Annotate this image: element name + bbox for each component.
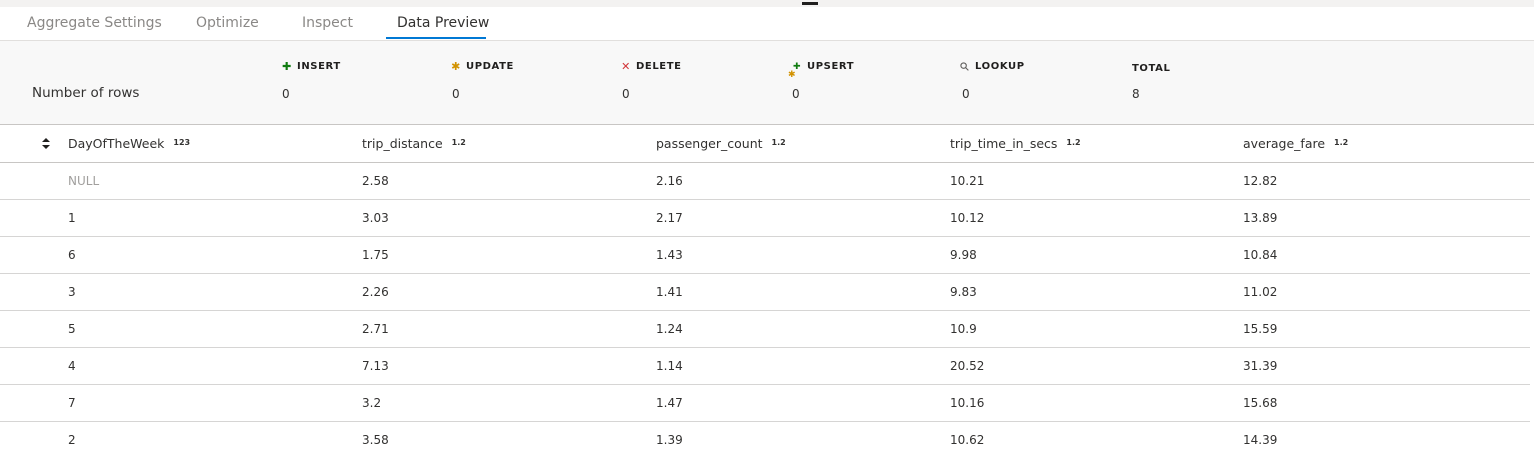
table-cell: 7 — [68, 396, 76, 410]
table-cell: 4 — [68, 359, 76, 373]
table-cell: 7.13 — [362, 359, 389, 373]
update-count: 0 — [452, 87, 460, 101]
lookup-header: LOOKUP — [960, 61, 1025, 72]
delete-header: ✕ DELETE — [621, 59, 682, 73]
table-header: DayOfTheWeek 123 trip_distance 1.2 passeng… — [0, 125, 1534, 163]
table-cell: 13.89 — [1243, 211, 1278, 225]
upsert-header: ✱ ✚ UPSERT — [788, 61, 855, 80]
table-cell: 1.75 — [362, 248, 389, 262]
table-cell: 9.98 — [950, 248, 977, 262]
table-row: 2 3.58 1.39 10.62 14.39 — [0, 422, 1530, 458]
lookup-count: 0 — [962, 87, 970, 101]
table-cell: 5 — [68, 322, 76, 336]
table-cell: 2.71 — [362, 322, 389, 336]
table-cell: 2.16 — [656, 174, 683, 188]
table-cell: 1.41 — [656, 285, 683, 299]
table-cell: 12.82 — [1243, 174, 1278, 188]
table-row: 1 3.03 2.17 10.12 13.89 — [0, 200, 1530, 237]
plus-icon: ✚ — [282, 59, 292, 73]
column-header-trip-time-in-secs[interactable]: trip_time_in_secs 1.2 — [950, 125, 1081, 162]
decimal-type-icon: 1.2 — [771, 138, 786, 147]
top-strip — [0, 0, 1534, 7]
table-cell: 2.58 — [362, 174, 389, 188]
decimal-type-icon: 1.2 — [1066, 138, 1081, 147]
table-row: 6 1.75 1.43 9.98 10.84 — [0, 237, 1530, 274]
table-cell: 1.14 — [656, 359, 683, 373]
update-header: ✱ UPDATE — [451, 59, 514, 73]
insert-header: ✚ INSERT — [282, 59, 341, 73]
data-preview-table: DayOfTheWeek 123 trip_distance 1.2 passeng… — [0, 125, 1534, 458]
table-cell: 3.2 — [362, 396, 382, 410]
total-count: 8 — [1132, 87, 1140, 101]
table-cell: 2 — [68, 433, 76, 447]
table-cell: 1.43 — [656, 248, 683, 262]
sort-icon[interactable] — [42, 125, 50, 162]
column-header-passenger-count[interactable]: passenger_count 1.2 — [656, 125, 786, 162]
lookup-label: LOOKUP — [975, 61, 1025, 72]
column-header-trip-distance[interactable]: trip_distance 1.2 — [362, 125, 466, 162]
delete-count: 0 — [622, 87, 630, 101]
tab-data-preview[interactable]: Data Preview — [397, 7, 489, 40]
table-cell: 20.52 — [950, 359, 985, 373]
table-cell: 10.21 — [950, 174, 985, 188]
total-label: TOTAL — [1132, 63, 1171, 74]
table-cell: 1.39 — [656, 433, 683, 447]
table-cell: 1 — [68, 211, 76, 225]
table-cell: 10.16 — [950, 396, 985, 410]
table-row: 7 3.2 1.47 10.16 15.68 — [0, 385, 1530, 422]
table-cell: 14.39 — [1243, 433, 1278, 447]
table-cell: 11.02 — [1243, 285, 1278, 299]
column-name: average_fare — [1243, 136, 1326, 151]
table-cell: 10.9 — [950, 322, 977, 336]
table-cell: 10.12 — [950, 211, 985, 225]
tab-aggregate-settings[interactable]: Aggregate Settings — [27, 7, 162, 40]
table-row: NULL 2.58 2.16 10.21 12.82 — [0, 163, 1530, 200]
total-header: TOTAL — [1132, 63, 1170, 74]
table-cell: 2.26 — [362, 285, 389, 299]
table-cell: 6 — [68, 248, 76, 262]
upsert-label: UPSERT — [807, 61, 855, 72]
row-count-summary: Number of rows ✚ INSERT 0 ✱ UPDATE 0 ✕ D… — [0, 41, 1534, 125]
table-cell: 9.83 — [950, 285, 977, 299]
decimal-type-icon: 1.2 — [451, 138, 466, 147]
table-cell: 15.59 — [1243, 322, 1278, 336]
column-header-dayoftheweek[interactable]: DayOfTheWeek 123 — [68, 125, 190, 162]
table-row: 3 2.26 1.41 9.83 11.02 — [0, 274, 1530, 311]
resize-handle[interactable] — [802, 2, 818, 5]
tab-bar: Aggregate Settings Optimize Inspect Data… — [0, 7, 1534, 41]
table-cell: 3.58 — [362, 433, 389, 447]
tab-inspect[interactable]: Inspect — [302, 7, 353, 40]
table-cell: 1.47 — [656, 396, 683, 410]
column-name: trip_time_in_secs — [950, 136, 1058, 151]
asterisk-icon: ✱ — [451, 59, 461, 73]
tab-optimize[interactable]: Optimize — [196, 7, 259, 40]
column-name: DayOfTheWeek — [68, 136, 165, 151]
table-cell: 3.03 — [362, 211, 389, 225]
update-label: UPDATE — [466, 61, 514, 72]
table-row: 5 2.71 1.24 10.9 15.59 — [0, 311, 1530, 348]
x-icon: ✕ — [621, 59, 631, 73]
table-cell: 2.17 — [656, 211, 683, 225]
table-cell: NULL — [68, 174, 100, 188]
table-cell: 10.62 — [950, 433, 985, 447]
table-row: 4 7.13 1.14 20.52 31.39 — [0, 348, 1530, 385]
search-icon — [960, 62, 970, 71]
table-cell: 15.68 — [1243, 396, 1278, 410]
table-cell: 3 — [68, 285, 76, 299]
upsert-count: 0 — [792, 87, 800, 101]
table-cell: 1.24 — [656, 322, 683, 336]
column-name: passenger_count — [656, 136, 763, 151]
delete-label: DELETE — [636, 61, 682, 72]
number-of-rows-label: Number of rows — [32, 85, 140, 101]
insert-label: INSERT — [297, 61, 341, 72]
insert-count: 0 — [282, 87, 290, 101]
column-name: trip_distance — [362, 136, 443, 151]
column-header-average-fare[interactable]: average_fare 1.2 — [1243, 125, 1348, 162]
decimal-type-icon: 1.2 — [1334, 138, 1349, 147]
table-cell: 31.39 — [1243, 359, 1278, 373]
table-cell: 10.84 — [1243, 248, 1278, 262]
active-tab-indicator — [386, 37, 486, 39]
integer-type-icon: 123 — [173, 138, 191, 147]
